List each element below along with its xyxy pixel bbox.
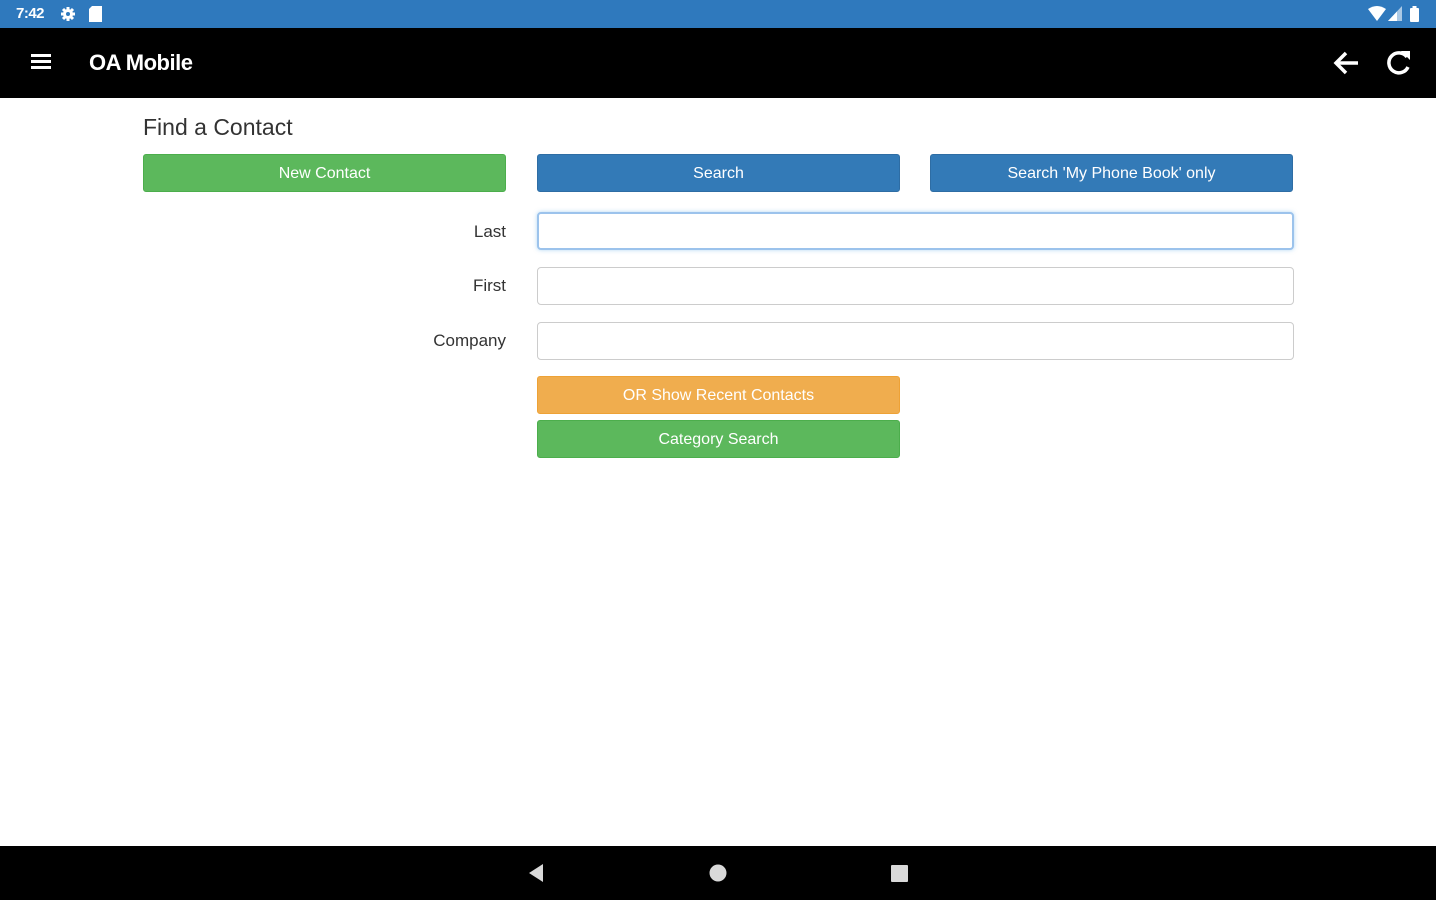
battery-icon: [1410, 6, 1419, 27]
wifi-icon: [1368, 6, 1386, 26]
menu-icon[interactable]: [22, 48, 60, 78]
settings-icon: [60, 6, 76, 27]
page-title: Find a Contact: [143, 114, 293, 140]
first-name-label: First: [472, 276, 506, 295]
main-content: Find a Contact New Contact Search Search…: [0, 98, 1436, 846]
system-nav-bar: [0, 846, 1436, 900]
recent-contacts-button[interactable]: OR Show Recent Contacts: [537, 376, 900, 414]
sd-card-icon: [89, 6, 102, 27]
first-name-field[interactable]: [537, 267, 1294, 305]
company-field[interactable]: [537, 322, 1294, 360]
search-button[interactable]: Search: [537, 154, 900, 192]
last-name-label: Last: [473, 222, 506, 241]
signal-icon: [1388, 6, 1402, 26]
back-arrow-icon[interactable]: [1328, 46, 1364, 80]
category-search-button[interactable]: Category Search: [537, 420, 900, 458]
app-title: OA Mobile: [89, 50, 193, 75]
company-label: Company: [433, 331, 506, 350]
new-contact-button[interactable]: New Contact: [143, 154, 506, 192]
status-bar: 7:42: [0, 0, 1436, 28]
last-name-field[interactable]: [537, 212, 1294, 250]
nav-back-icon[interactable]: [526, 863, 546, 883]
app-bar: OA Mobile: [0, 28, 1436, 98]
nav-home-icon[interactable]: [708, 863, 728, 883]
search-phone-book-button[interactable]: Search 'My Phone Book' only: [930, 154, 1293, 192]
refresh-icon[interactable]: [1381, 46, 1417, 80]
nav-recent-apps-icon[interactable]: [890, 864, 909, 883]
status-time: 7:42: [16, 5, 45, 22]
